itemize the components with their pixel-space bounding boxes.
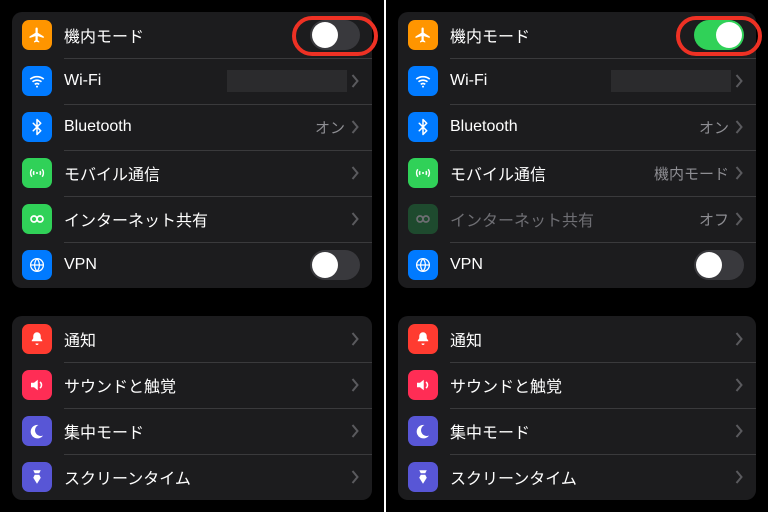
row-screentime[interactable]: スクリーンタイム — [12, 454, 372, 500]
chevron-right-icon — [351, 424, 360, 438]
row-airplane-mode[interactable]: 機内モード — [12, 12, 372, 58]
cellular-label: モバイル通信 — [64, 161, 351, 185]
bluetooth-label: Bluetooth — [450, 118, 699, 136]
chevron-right-icon — [351, 166, 360, 180]
sounds-icon — [22, 370, 52, 400]
row-hotspot[interactable]: インターネット共有 — [12, 196, 372, 242]
row-wifi[interactable]: Wi-Fi — [12, 58, 372, 104]
hotspot-icon — [408, 204, 438, 234]
chevron-right-icon — [351, 74, 360, 88]
vpn-icon — [408, 250, 438, 280]
vpn-toggle[interactable] — [694, 250, 744, 280]
chevron-right-icon — [351, 470, 360, 484]
sounds-label: サウンドと触覚 — [64, 373, 351, 397]
bluetooth-value: オン — [699, 117, 729, 138]
chevron-right-icon — [735, 212, 744, 226]
screentime-icon — [22, 462, 52, 492]
chevron-right-icon — [351, 332, 360, 346]
row-vpn[interactable]: VPN — [398, 242, 756, 288]
notifications-label: 通知 — [64, 327, 351, 351]
hotspot-value: オフ — [699, 209, 729, 230]
airplane-toggle[interactable] — [310, 20, 360, 50]
wifi-label: Wi-Fi — [64, 72, 227, 90]
row-focus[interactable]: 集中モード — [12, 408, 372, 454]
notifications-icon — [408, 324, 438, 354]
airplane-icon — [408, 20, 438, 50]
row-sounds[interactable]: サウンドと触覚 — [398, 362, 756, 408]
row-sounds[interactable]: サウンドと触覚 — [12, 362, 372, 408]
vpn-label: VPN — [450, 256, 694, 274]
screentime-icon — [408, 462, 438, 492]
wifi-redacted-value — [227, 70, 347, 92]
row-wifi[interactable]: Wi-Fi — [398, 58, 756, 104]
row-hotspot: インターネット共有 オフ — [398, 196, 756, 242]
hotspot-icon — [22, 204, 52, 234]
row-notifications[interactable]: 通知 — [12, 316, 372, 362]
vpn-toggle[interactable] — [310, 250, 360, 280]
sounds-label: サウンドと触覚 — [450, 373, 735, 397]
row-bluetooth[interactable]: Bluetooth オン — [398, 104, 756, 150]
vpn-icon — [22, 250, 52, 280]
chevron-right-icon — [735, 332, 744, 346]
airplane-label: 機内モード — [64, 23, 310, 47]
row-cellular[interactable]: モバイル通信 — [12, 150, 372, 196]
cellular-value: 機内モード — [654, 163, 729, 184]
bluetooth-label: Bluetooth — [64, 118, 315, 136]
cellular-icon — [408, 158, 438, 188]
row-cellular[interactable]: モバイル通信 機内モード — [398, 150, 756, 196]
settings-group-notifications: 通知 サウンドと触覚 集中モード スクリーンタイム — [12, 316, 372, 500]
sounds-icon — [408, 370, 438, 400]
notifications-icon — [22, 324, 52, 354]
settings-group-network: 機内モード Wi-Fi Bluetooth オン モバイル通信 — [12, 12, 372, 288]
cellular-label: モバイル通信 — [450, 161, 654, 185]
settings-pane-left: 機内モード Wi-Fi Bluetooth オン モバイル通信 — [0, 0, 384, 512]
hotspot-label: インターネット共有 — [64, 207, 351, 231]
chevron-right-icon — [735, 120, 744, 134]
cellular-icon — [22, 158, 52, 188]
screentime-label: スクリーンタイム — [64, 465, 351, 489]
row-screentime[interactable]: スクリーンタイム — [398, 454, 756, 500]
bluetooth-icon — [408, 112, 438, 142]
bluetooth-value: オン — [315, 117, 345, 138]
settings-pane-right: 機内モード Wi-Fi Bluetooth オン モバイル通信 機内モード — [384, 0, 768, 512]
focus-label: 集中モード — [450, 419, 735, 443]
row-airplane-mode[interactable]: 機内モード — [398, 12, 756, 58]
wifi-icon — [22, 66, 52, 96]
row-notifications[interactable]: 通知 — [398, 316, 756, 362]
wifi-icon — [408, 66, 438, 96]
bluetooth-icon — [22, 112, 52, 142]
focus-icon — [22, 416, 52, 446]
chevron-right-icon — [351, 212, 360, 226]
row-bluetooth[interactable]: Bluetooth オン — [12, 104, 372, 150]
wifi-redacted-value — [611, 70, 731, 92]
chevron-right-icon — [351, 120, 360, 134]
focus-icon — [408, 416, 438, 446]
screentime-label: スクリーンタイム — [450, 465, 735, 489]
vpn-label: VPN — [64, 256, 310, 274]
focus-label: 集中モード — [64, 419, 351, 443]
chevron-right-icon — [351, 378, 360, 392]
settings-group-network: 機内モード Wi-Fi Bluetooth オン モバイル通信 機内モード — [398, 12, 756, 288]
wifi-label: Wi-Fi — [450, 72, 611, 90]
airplane-icon — [22, 20, 52, 50]
hotspot-label: インターネット共有 — [450, 207, 699, 231]
chevron-right-icon — [735, 470, 744, 484]
row-focus[interactable]: 集中モード — [398, 408, 756, 454]
chevron-right-icon — [735, 424, 744, 438]
airplane-label: 機内モード — [450, 23, 694, 47]
settings-group-notifications: 通知 サウンドと触覚 集中モード スクリーンタイム — [398, 316, 756, 500]
notifications-label: 通知 — [450, 327, 735, 351]
chevron-right-icon — [735, 166, 744, 180]
airplane-toggle[interactable] — [694, 20, 744, 50]
chevron-right-icon — [735, 74, 744, 88]
chevron-right-icon — [735, 378, 744, 392]
row-vpn[interactable]: VPN — [12, 242, 372, 288]
